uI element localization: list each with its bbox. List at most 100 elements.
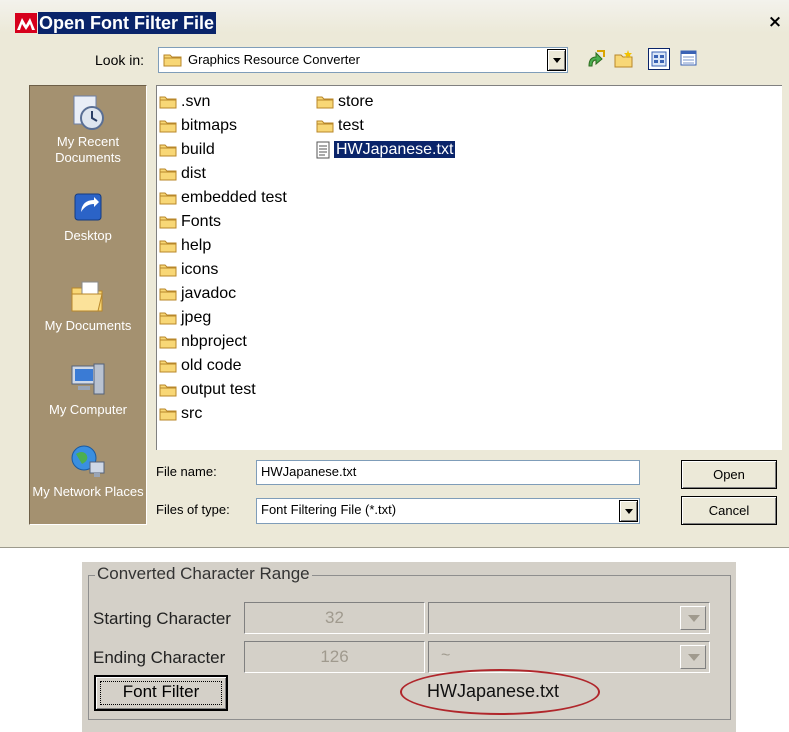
file-item-label: output test	[181, 381, 256, 398]
file-list-item[interactable]: src	[159, 404, 202, 426]
file-list-item[interactable]: output test	[159, 380, 256, 402]
dialog-title: Open Font Filter File	[38, 12, 216, 34]
annotation-ellipse	[400, 669, 600, 715]
folder-icon	[159, 168, 177, 181]
desktop-icon	[74, 193, 102, 221]
details-view-icon[interactable]	[678, 48, 700, 70]
folder-icon	[159, 144, 177, 157]
title-bar: Open Font Filter File ×	[0, 0, 789, 34]
look-in-combo[interactable]: Graphics Resource Converter	[158, 47, 568, 73]
chevron-down-icon[interactable]	[680, 606, 706, 630]
place-label: My Network Places	[32, 484, 144, 499]
close-icon[interactable]: ×	[767, 13, 783, 31]
file-list-item[interactable]: .svn	[159, 92, 210, 114]
place-label: My Documents	[44, 318, 132, 333]
place-desktop[interactable]: Desktop	[30, 190, 146, 244]
chevron-down-icon[interactable]	[619, 500, 638, 522]
file-item-label: bitmaps	[181, 117, 238, 134]
file-name-label: File name:	[156, 464, 217, 479]
folder-icon	[159, 312, 177, 325]
file-list-item[interactable]: jpeg	[159, 308, 211, 330]
ending-character-combo[interactable]: ~	[428, 641, 710, 673]
file-list-item[interactable]: icons	[159, 260, 218, 282]
file-list-item[interactable]: nbproject	[159, 332, 247, 354]
folder-icon	[163, 54, 182, 67]
place-my-computer[interactable]: My Computer	[30, 360, 146, 418]
file-list-item[interactable]: dist	[159, 164, 206, 186]
file-list-item[interactable]: embedded test	[159, 188, 287, 210]
file-item-label: src	[181, 405, 203, 422]
focus-rect	[100, 681, 222, 705]
file-item-label: old code	[181, 357, 242, 374]
my-documents-icon	[71, 281, 103, 312]
files-of-type-select[interactable]: Font Filtering File (*.txt)	[256, 498, 640, 524]
file-item-label: HWJapanese.txt	[334, 141, 456, 158]
folder-icon	[159, 360, 177, 373]
folder-icon	[159, 216, 177, 229]
file-item-label: dist	[181, 165, 206, 182]
file-name-input[interactable]: HWJapanese.txt	[256, 460, 640, 485]
network-places-icon	[71, 445, 105, 477]
look-in-value: Graphics Resource Converter	[188, 52, 360, 67]
place-recent-documents[interactable]: My Recent Documents	[30, 92, 146, 166]
place-my-documents[interactable]: My Documents	[30, 276, 146, 334]
starting-character-combo[interactable]	[428, 602, 710, 634]
app-logo-icon	[15, 13, 37, 33]
font-filter-button[interactable]: Font Filter	[94, 675, 228, 711]
file-item-label: help	[181, 237, 212, 254]
file-list-item[interactable]: bitmaps	[159, 116, 237, 138]
files-of-type-value: Font Filtering File (*.txt)	[261, 502, 397, 517]
file-list-item[interactable]: old code	[159, 356, 242, 378]
open-file-dialog: Open Font Filter File × Look in: Graphic…	[0, 0, 789, 548]
up-one-level-icon[interactable]	[585, 48, 607, 70]
file-list-item[interactable]: build	[159, 140, 215, 162]
file-list-item[interactable]: Fonts	[159, 212, 221, 234]
list-view-icon[interactable]	[648, 48, 670, 70]
folder-icon	[159, 384, 177, 397]
text-file-icon	[316, 141, 330, 159]
file-list-item[interactable]: test	[316, 116, 364, 138]
file-item-label: jpeg	[181, 309, 212, 326]
places-bar: My Recent Documents Desktop My Documents	[29, 85, 147, 525]
file-list[interactable]: .svn bitmaps build dist embedded test Fonts he…	[156, 85, 782, 450]
folder-icon	[159, 120, 177, 133]
folder-icon	[316, 96, 334, 109]
folder-icon	[159, 288, 177, 301]
folder-icon	[159, 264, 177, 277]
file-list-item[interactable]: store	[316, 92, 374, 114]
recent-documents-icon	[73, 95, 104, 130]
folder-icon	[159, 336, 177, 349]
chevron-down-icon[interactable]	[680, 645, 706, 669]
chevron-down-icon[interactable]	[547, 49, 566, 71]
my-computer-icon	[71, 363, 105, 395]
new-folder-icon[interactable]	[613, 48, 635, 70]
file-item-label: Fonts	[181, 213, 222, 230]
place-label: Desktop	[64, 228, 112, 243]
file-list-item[interactable]: javadoc	[159, 284, 236, 306]
ending-combo-value: ~	[441, 647, 451, 664]
file-item-label: javadoc	[181, 285, 237, 302]
files-of-type-label: Files of type:	[156, 502, 230, 517]
file-item-label: build	[181, 141, 215, 158]
place-label: My Computer	[48, 402, 128, 417]
cancel-button[interactable]: Cancel	[681, 496, 777, 525]
folder-icon	[159, 408, 177, 421]
file-item-label: embedded test	[181, 189, 287, 206]
folder-icon	[316, 120, 334, 133]
folder-icon	[159, 240, 177, 253]
file-item-label: .svn	[181, 93, 211, 110]
file-list-item[interactable]: HWJapanese.txt	[316, 140, 456, 162]
group-title: Converted Character Range	[95, 564, 312, 584]
open-button[interactable]: Open	[681, 460, 777, 489]
look-in-label: Look in:	[95, 52, 145, 68]
place-network-places[interactable]: My Network Places	[30, 442, 146, 500]
ending-character-label: Ending Character	[93, 648, 226, 667]
starting-character-label: Starting Character	[93, 609, 231, 628]
place-label: My Recent Documents	[55, 134, 121, 165]
ending-character-input[interactable]: 126	[244, 641, 425, 673]
file-list-item[interactable]: help	[159, 236, 211, 258]
folder-icon	[159, 192, 177, 205]
file-item-label: store	[338, 93, 374, 110]
file-item-label: test	[338, 117, 364, 134]
starting-character-input[interactable]: 32	[244, 602, 425, 634]
